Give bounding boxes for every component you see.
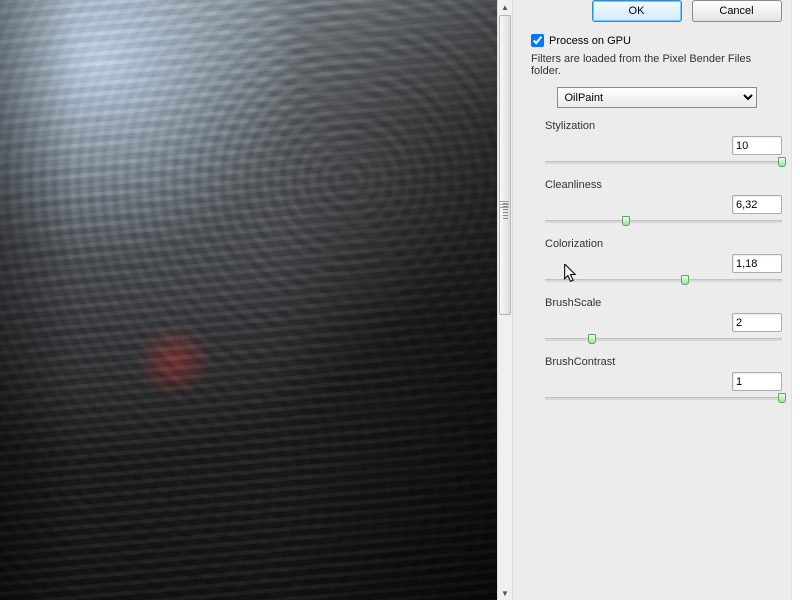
filter-settings-panel: OK Cancel Process on GPU Filters are loa… (512, 0, 800, 600)
process-on-gpu-label: Process on GPU (549, 35, 631, 47)
scroll-down-arrow-icon[interactable]: ▼ (498, 586, 512, 600)
slider-handle[interactable] (778, 393, 786, 403)
preview-image[interactable] (0, 0, 498, 600)
stylization-label: Stylization (545, 120, 782, 132)
slider-handle[interactable] (681, 275, 689, 285)
stylization-slider[interactable] (545, 157, 782, 169)
slider-track (545, 338, 782, 341)
window-right-edge (791, 0, 800, 600)
brushscale-slider[interactable] (545, 334, 782, 346)
colorization-input[interactable] (732, 254, 782, 273)
slider-track (545, 161, 782, 164)
param-cleanliness: Cleanliness (545, 179, 782, 228)
brushcontrast-input[interactable] (732, 372, 782, 391)
param-brushscale: BrushScale (545, 297, 782, 346)
slider-handle[interactable] (588, 334, 596, 344)
cleanliness-slider[interactable] (545, 216, 782, 228)
brushscale-input[interactable] (732, 313, 782, 332)
slider-track (545, 397, 782, 400)
colorization-label: Colorization (545, 238, 782, 250)
cancel-button[interactable]: Cancel (692, 0, 782, 22)
slider-track (545, 220, 782, 223)
cleanliness-label: Cleanliness (545, 179, 782, 191)
process-on-gpu-checkbox[interactable] (531, 34, 544, 47)
param-colorization: Colorization (545, 238, 782, 287)
slider-track (545, 279, 782, 282)
scroll-thumb[interactable] (499, 15, 511, 315)
slider-handle[interactable] (778, 157, 786, 167)
info-text: Filters are loaded from the Pixel Bender… (531, 53, 782, 77)
brushscale-label: BrushScale (545, 297, 782, 309)
ok-button[interactable]: OK (592, 0, 682, 22)
param-stylization: Stylization (545, 120, 782, 169)
preview-pane: ▲ ▼ (0, 0, 512, 600)
scroll-up-arrow-icon[interactable]: ▲ (498, 0, 512, 14)
param-brushcontrast: BrushContrast (545, 356, 782, 405)
brushcontrast-slider[interactable] (545, 393, 782, 405)
filter-select[interactable]: OilPaint (557, 87, 757, 108)
slider-handle[interactable] (622, 216, 630, 226)
preview-vertical-scrollbar[interactable]: ▲ ▼ (497, 0, 512, 600)
brushcontrast-label: BrushContrast (545, 356, 782, 368)
stylization-input[interactable] (732, 136, 782, 155)
pane-resize-handle[interactable] (498, 200, 512, 220)
cleanliness-input[interactable] (732, 195, 782, 214)
colorization-slider[interactable] (545, 275, 782, 287)
